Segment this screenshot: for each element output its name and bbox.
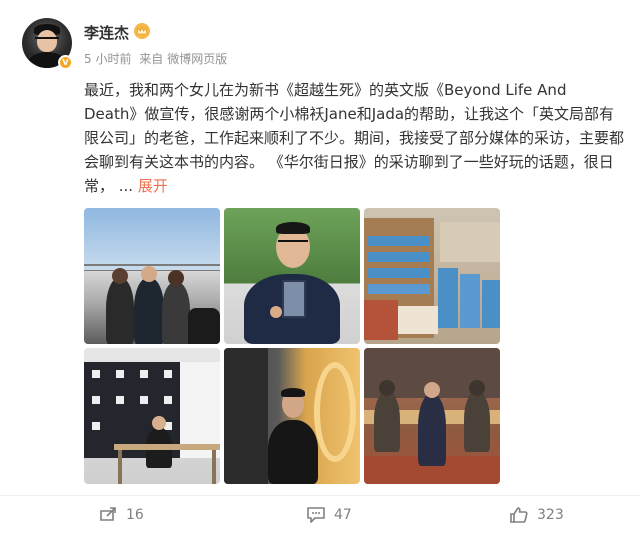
photo-6[interactable] (364, 348, 500, 484)
photo-3[interactable] (364, 208, 500, 344)
repost-button[interactable]: 16 (98, 504, 144, 526)
post-time[interactable]: 5 小时前 (84, 52, 131, 66)
action-bar: 16 47 323 (0, 495, 640, 533)
avatar-glasses (35, 37, 59, 43)
comment-icon (307, 507, 325, 523)
repost-icon (100, 507, 116, 521)
photo-2[interactable] (224, 208, 360, 344)
weibo-post: V 李连杰 5 小时前 来自 微博网页版 最近，我和两个女儿在为新书《超越生死》的… (0, 0, 640, 533)
crown-icon (134, 23, 150, 39)
post-text: 最近，我和两个女儿在为新书《超越生死》的英文版《Beyond Life And … (84, 78, 624, 198)
like-icon (510, 507, 528, 523)
source-prefix: 来自 (139, 52, 164, 66)
repost-count: 16 (126, 507, 144, 523)
photo-1[interactable] (84, 208, 220, 344)
photo-5[interactable] (224, 348, 360, 484)
photo-grid (84, 208, 500, 486)
expand-link[interactable]: 展开 (138, 177, 168, 195)
comment-count: 47 (334, 507, 352, 523)
like-count: 323 (537, 507, 564, 523)
photo-4[interactable] (84, 348, 220, 484)
verified-badge-icon: V (58, 55, 73, 70)
post-meta: 5 小时前 来自 微博网页版 (84, 50, 227, 67)
user-name[interactable]: 李连杰 (84, 22, 129, 43)
comment-button[interactable]: 47 (306, 504, 352, 526)
post-source: 微博网页版 (167, 52, 228, 66)
like-button[interactable]: 323 (509, 504, 564, 526)
